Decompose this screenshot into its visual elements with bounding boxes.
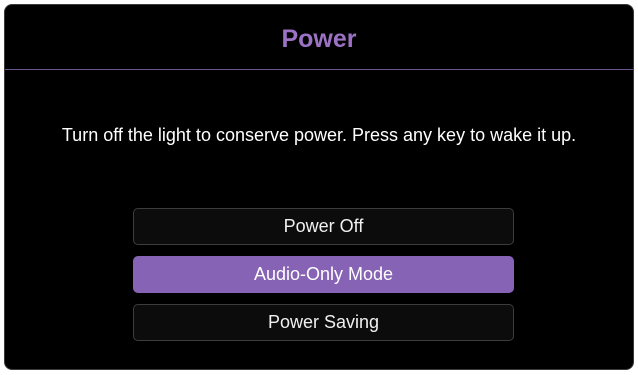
audio-only-mode-button[interactable]: Audio-Only Mode <box>133 256 514 293</box>
audio-only-mode-label: Audio-Only Mode <box>253 264 394 284</box>
power-dialog: Power Turn off the light to conserve pow… <box>4 4 634 370</box>
dialog-title: Power <box>281 25 357 53</box>
power-off-button[interactable]: Power Off <box>133 208 514 245</box>
power-saving-label: Power Saving <box>267 312 380 332</box>
dialog-message: Turn off the light to conserve power. Pr… <box>61 125 577 145</box>
power-saving-button[interactable]: Power Saving <box>133 304 514 341</box>
power-off-label: Power Off <box>283 216 364 236</box>
title-divider <box>5 69 633 70</box>
